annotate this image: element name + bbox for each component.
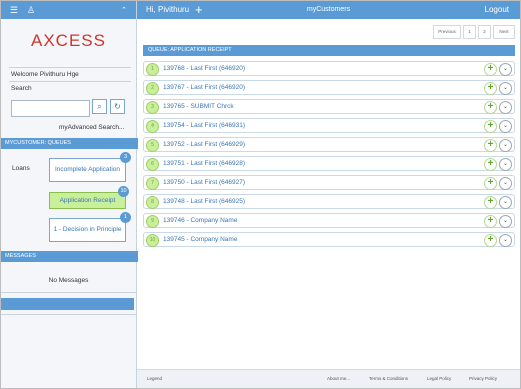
queue-count-badge: 10 bbox=[118, 186, 129, 197]
queue-row[interactable]: 3 139765 - SUBMIT Chrck + ⌄ bbox=[143, 99, 515, 114]
add-icon[interactable]: + bbox=[484, 120, 497, 133]
search-button[interactable]: ⌕ bbox=[92, 99, 107, 114]
row-number-badge: 5 bbox=[146, 139, 159, 152]
row-label[interactable]: 139750 - Last First (646927) bbox=[163, 179, 245, 186]
row-number-badge: 9 bbox=[146, 215, 159, 228]
search-label: Search bbox=[11, 85, 32, 92]
queue-application-receipt[interactable]: Application Receipt bbox=[49, 192, 126, 209]
chevron-down-icon[interactable]: ⌄ bbox=[499, 82, 512, 95]
chevron-down-icon[interactable]: ⌄ bbox=[499, 120, 512, 133]
app-window: ☰ ♙ ⌃ AXCESS Welcome Pivithuru Hge Searc… bbox=[0, 0, 521, 389]
search-icon: ⌕ bbox=[97, 102, 102, 111]
add-icon[interactable]: + bbox=[484, 158, 497, 171]
queue-label: Incomplete Application bbox=[54, 166, 121, 173]
add-icon[interactable]: + bbox=[484, 139, 497, 152]
footer: Legend About me... Terms & Conditions Le… bbox=[137, 369, 520, 388]
search-input[interactable] bbox=[11, 100, 90, 117]
queue-incomplete-application[interactable]: Incomplete Application bbox=[49, 158, 126, 182]
chevron-down-icon[interactable]: ⌄ bbox=[499, 158, 512, 171]
queue-label: 1 - Decision in Principle bbox=[53, 226, 122, 233]
row-label[interactable]: 139768 - Last First (646920) bbox=[163, 65, 245, 72]
footer-link-legal[interactable]: Legal Policy bbox=[427, 376, 451, 381]
row-number-badge: 4 bbox=[146, 120, 159, 133]
chevron-down-icon[interactable]: ⌄ bbox=[499, 101, 512, 114]
queue-count-badge: 3 bbox=[120, 152, 131, 163]
row-number-badge: 8 bbox=[146, 196, 159, 209]
add-icon[interactable]: + bbox=[484, 215, 497, 228]
footer-link-terms[interactable]: Terms & Conditions bbox=[369, 376, 408, 381]
loans-label: Loans bbox=[12, 165, 30, 172]
row-number-badge: 10 bbox=[146, 234, 159, 247]
sidebar: ☰ ♙ ⌃ AXCESS Welcome Pivithuru Hge Searc… bbox=[1, 1, 138, 388]
chevron-down-icon[interactable]: ⌄ bbox=[499, 234, 512, 247]
divider bbox=[1, 292, 136, 293]
add-icon[interactable]: + bbox=[484, 196, 497, 209]
row-number-badge: 3 bbox=[146, 101, 159, 114]
row-number-badge: 6 bbox=[146, 158, 159, 171]
queue-row[interactable]: 5 139752 - Last First (646929) + ⌄ bbox=[143, 137, 515, 152]
no-messages-text: No Messages bbox=[48, 277, 89, 284]
queue-row[interactable]: 9 139746 - Company Name + ⌄ bbox=[143, 213, 515, 228]
add-icon[interactable]: + bbox=[484, 234, 497, 247]
previous-page-button[interactable]: Previous bbox=[433, 25, 461, 39]
legend-link[interactable]: Legend bbox=[147, 376, 162, 381]
chevron-down-icon[interactable]: ⌄ bbox=[499, 63, 512, 76]
add-icon[interactable]: + bbox=[484, 101, 497, 114]
row-label[interactable]: 139746 - Company Name bbox=[163, 217, 237, 224]
row-label[interactable]: 139752 - Last First (646929) bbox=[163, 141, 245, 148]
footer-link-about[interactable]: About me... bbox=[327, 376, 350, 381]
sidebar-toolbar: ☰ ♙ ⌃ bbox=[1, 1, 136, 19]
queue-row[interactable]: 6 139751 - Last First (646928) + ⌄ bbox=[143, 156, 515, 171]
divider bbox=[1, 314, 136, 315]
logout-link[interactable]: Logout bbox=[485, 5, 509, 14]
row-number-badge: 2 bbox=[146, 82, 159, 95]
footer-link-privacy[interactable]: Privacy Policy bbox=[469, 376, 497, 381]
row-label[interactable]: 139754 - Last First (646931) bbox=[163, 122, 245, 129]
row-number-badge: 1 bbox=[146, 63, 159, 76]
queue-row[interactable]: 8 139748 - Last First (646925) + ⌄ bbox=[143, 194, 515, 209]
menu-icon[interactable]: ☰ bbox=[10, 5, 18, 15]
queues-header: MYCUSTOMER: QUEUES bbox=[1, 138, 138, 149]
add-icon[interactable]: + bbox=[484, 63, 497, 76]
page-button-1[interactable]: 1 bbox=[463, 25, 476, 39]
queue-label: Application Receipt bbox=[59, 196, 116, 204]
queue-row[interactable]: 1 139768 - Last First (646920) + ⌄ bbox=[143, 61, 515, 76]
advanced-search-link[interactable]: myAdvanced Search... bbox=[59, 124, 124, 131]
user-icon[interactable]: ♙ bbox=[27, 5, 35, 15]
row-label[interactable]: 139767 - Last First (646920) bbox=[163, 84, 245, 91]
chevron-down-icon[interactable]: ⌄ bbox=[499, 215, 512, 228]
add-icon[interactable]: + bbox=[484, 177, 497, 190]
queue-row[interactable]: 4 139754 - Last First (646931) + ⌄ bbox=[143, 118, 515, 133]
top-bar: Hi, Pivithuru + myCustomers Logout bbox=[137, 1, 520, 19]
row-label[interactable]: 139765 - SUBMIT Chrck bbox=[163, 103, 234, 110]
queue-row[interactable]: 2 139767 - Last First (646920) + ⌄ bbox=[143, 80, 515, 95]
chevron-down-icon[interactable]: ⌄ bbox=[499, 196, 512, 209]
refresh-icon: ↻ bbox=[114, 102, 121, 111]
queue-row[interactable]: 10 139745 - Company Name + ⌄ bbox=[143, 232, 515, 247]
chevron-down-icon[interactable]: ⌄ bbox=[499, 139, 512, 152]
page-title: myCustomers bbox=[306, 6, 351, 13]
queue-row[interactable]: 7 139750 - Last First (646927) + ⌄ bbox=[143, 175, 515, 190]
sidebar-footer-bar bbox=[1, 298, 134, 310]
refresh-button[interactable]: ↻ bbox=[110, 99, 125, 114]
page-button-2[interactable]: 2 bbox=[478, 25, 491, 39]
add-icon[interactable]: + bbox=[484, 82, 497, 95]
queue-count-badge: 1 bbox=[120, 212, 131, 223]
brand-logo: AXCESS bbox=[31, 31, 106, 50]
next-page-button[interactable]: Next bbox=[493, 25, 515, 39]
row-number-badge: 7 bbox=[146, 177, 159, 190]
chevron-down-icon[interactable]: ⌄ bbox=[499, 177, 512, 190]
welcome-text: Welcome Pivithuru Hge bbox=[9, 67, 131, 82]
row-label[interactable]: 139745 - Company Name bbox=[163, 236, 237, 243]
row-label[interactable]: 139751 - Last First (646928) bbox=[163, 160, 245, 167]
messages-header: MESSAGES bbox=[1, 251, 138, 262]
chevron-up-icon[interactable]: ⌃ bbox=[121, 6, 127, 16]
queue-decision-in-principle[interactable]: 1 - Decision in Principle bbox=[49, 218, 126, 242]
row-label[interactable]: 139748 - Last First (646925) bbox=[163, 198, 245, 205]
queue-header: QUEUE: APPLICATION RECEIPT bbox=[143, 45, 515, 56]
